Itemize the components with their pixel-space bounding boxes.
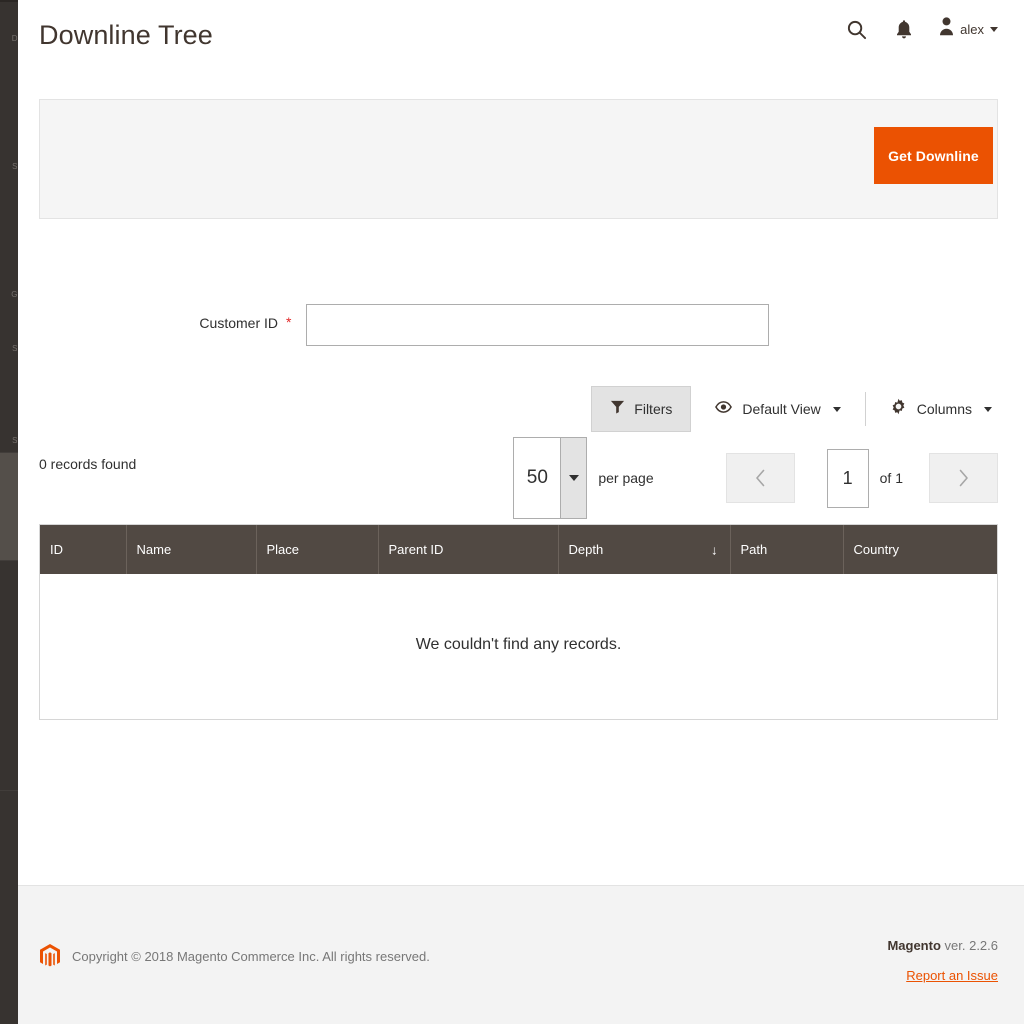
- column-label: Depth: [568, 542, 604, 557]
- magento-logo-icon: [39, 943, 61, 969]
- column-label: ID: [50, 542, 63, 557]
- header-tools: alex: [843, 16, 998, 42]
- column-label: Country: [853, 542, 900, 557]
- bell-icon[interactable]: [891, 16, 917, 42]
- action-panel: Get Downline: [39, 99, 998, 219]
- per-page-label: per page: [598, 470, 654, 486]
- per-page-select[interactable]: 50: [513, 437, 588, 519]
- grid-header-row: 0 records found 50 per page of 1: [39, 432, 998, 524]
- customer-id-field-row: Customer ID *: [18, 304, 1024, 346]
- search-icon[interactable]: [843, 16, 869, 42]
- chevron-down-icon[interactable]: [560, 438, 587, 518]
- filters-label: Filters: [634, 401, 673, 417]
- default-view-label: Default View: [742, 401, 821, 417]
- sidebar-item-dashboard[interactable]: D: [0, 34, 18, 43]
- sidebar-item-label: S: [12, 436, 17, 445]
- version-brand: Magento: [887, 938, 941, 953]
- user-menu[interactable]: alex: [939, 17, 998, 41]
- sidebar-item-customers[interactable]: S: [0, 344, 18, 353]
- main-sidebar[interactable]: D S G S S: [0, 0, 18, 1024]
- sidebar-item-label: S: [12, 162, 17, 171]
- pagination: 50 per page of 1: [513, 432, 998, 524]
- footer-left: Copyright © 2018 Magento Commerce Inc. A…: [39, 943, 430, 969]
- footer-right: Magento ver. 2.2.6 Report an Issue: [887, 938, 998, 985]
- per-page-value: 50: [526, 467, 548, 488]
- admin-page: D S G S S Downline Tree alex Get Downlin…: [0, 0, 1024, 1024]
- sidebar-divider: [0, 560, 18, 561]
- column-header-id[interactable]: ID: [40, 525, 127, 574]
- columns-label: Columns: [916, 401, 972, 417]
- page-footer: Copyright © 2018 Magento Commerce Inc. A…: [18, 885, 1024, 1024]
- page-title: Downline Tree: [39, 20, 213, 50]
- previous-page-button[interactable]: [725, 453, 795, 503]
- records-found-label: 0 records found: [39, 456, 137, 472]
- sidebar-item-marketing[interactable]: S: [0, 436, 18, 445]
- column-label: Parent ID: [388, 542, 444, 557]
- sidebar-item-sales[interactable]: S: [0, 162, 18, 171]
- sidebar-item-active-highlight[interactable]: [0, 453, 18, 560]
- table-body: We couldn't find any records.: [40, 574, 997, 719]
- customer-id-input[interactable]: [306, 304, 769, 346]
- total-pages-label: of 1: [879, 470, 903, 486]
- current-page-input[interactable]: [826, 448, 869, 508]
- funnel-icon: [610, 399, 625, 419]
- user-name: alex: [960, 21, 984, 37]
- next-page-button[interactable]: [929, 453, 998, 503]
- sidebar-item-label: D: [11, 34, 18, 43]
- column-header-country[interactable]: Country: [843, 525, 997, 574]
- customer-id-label: Customer ID: [199, 315, 278, 331]
- sidebar-top-accent: [0, 0, 18, 2]
- column-label: Name: [136, 542, 172, 557]
- column-header-parent-id[interactable]: Parent ID: [378, 525, 559, 574]
- column-label: Path: [740, 542, 768, 557]
- sidebar-item-catalog[interactable]: G: [0, 290, 18, 299]
- filters-button[interactable]: Filters: [591, 386, 692, 432]
- sidebar-item-label: S: [12, 344, 17, 353]
- page-header: Downline Tree alex: [18, 0, 1024, 78]
- version-number: ver. 2.2.6: [940, 938, 998, 953]
- eye-icon: [715, 400, 733, 419]
- report-issue-link[interactable]: Report an Issue: [906, 968, 998, 983]
- empty-state-message: We couldn't find any records.: [40, 574, 997, 719]
- column-header-path[interactable]: Path: [730, 525, 844, 574]
- grid-toolbar: Filters Default View Columns: [39, 386, 998, 432]
- default-view-selector[interactable]: Default View: [709, 400, 846, 419]
- sort-descending-icon: ↓: [711, 542, 718, 557]
- version-info: Magento ver. 2.2.6: [887, 938, 998, 953]
- get-downline-button[interactable]: Get Downline: [874, 127, 993, 184]
- column-header-place[interactable]: Place: [256, 525, 379, 574]
- required-marker: *: [286, 314, 292, 330]
- chevron-down-icon: [984, 406, 992, 412]
- chevron-down-icon: [990, 26, 998, 32]
- downline-table: ID Name Place Parent ID Depth ↓ Path Cou…: [40, 525, 997, 719]
- column-header-depth[interactable]: Depth ↓: [558, 525, 731, 574]
- column-header-name[interactable]: Name: [126, 525, 257, 574]
- column-label: Place: [266, 542, 300, 557]
- table-empty-row: We couldn't find any records.: [40, 574, 997, 719]
- copyright-text: Copyright © 2018 Magento Commerce Inc. A…: [72, 948, 430, 964]
- user-icon: [939, 17, 954, 41]
- main-content: Get Downline Customer ID * Filters Defau…: [18, 78, 1024, 720]
- data-grid: ID Name Place Parent ID Depth ↓ Path Cou…: [39, 524, 998, 720]
- toolbar-divider: [864, 392, 866, 426]
- sidebar-divider: [0, 790, 18, 791]
- sidebar-item-label: G: [11, 290, 17, 299]
- table-header: ID Name Place Parent ID Depth ↓ Path Cou…: [40, 525, 997, 574]
- table-header-row: ID Name Place Parent ID Depth ↓ Path Cou…: [40, 525, 997, 574]
- columns-selector[interactable]: Columns: [884, 398, 998, 420]
- gear-icon: [890, 398, 907, 420]
- chevron-down-icon: [832, 406, 841, 412]
